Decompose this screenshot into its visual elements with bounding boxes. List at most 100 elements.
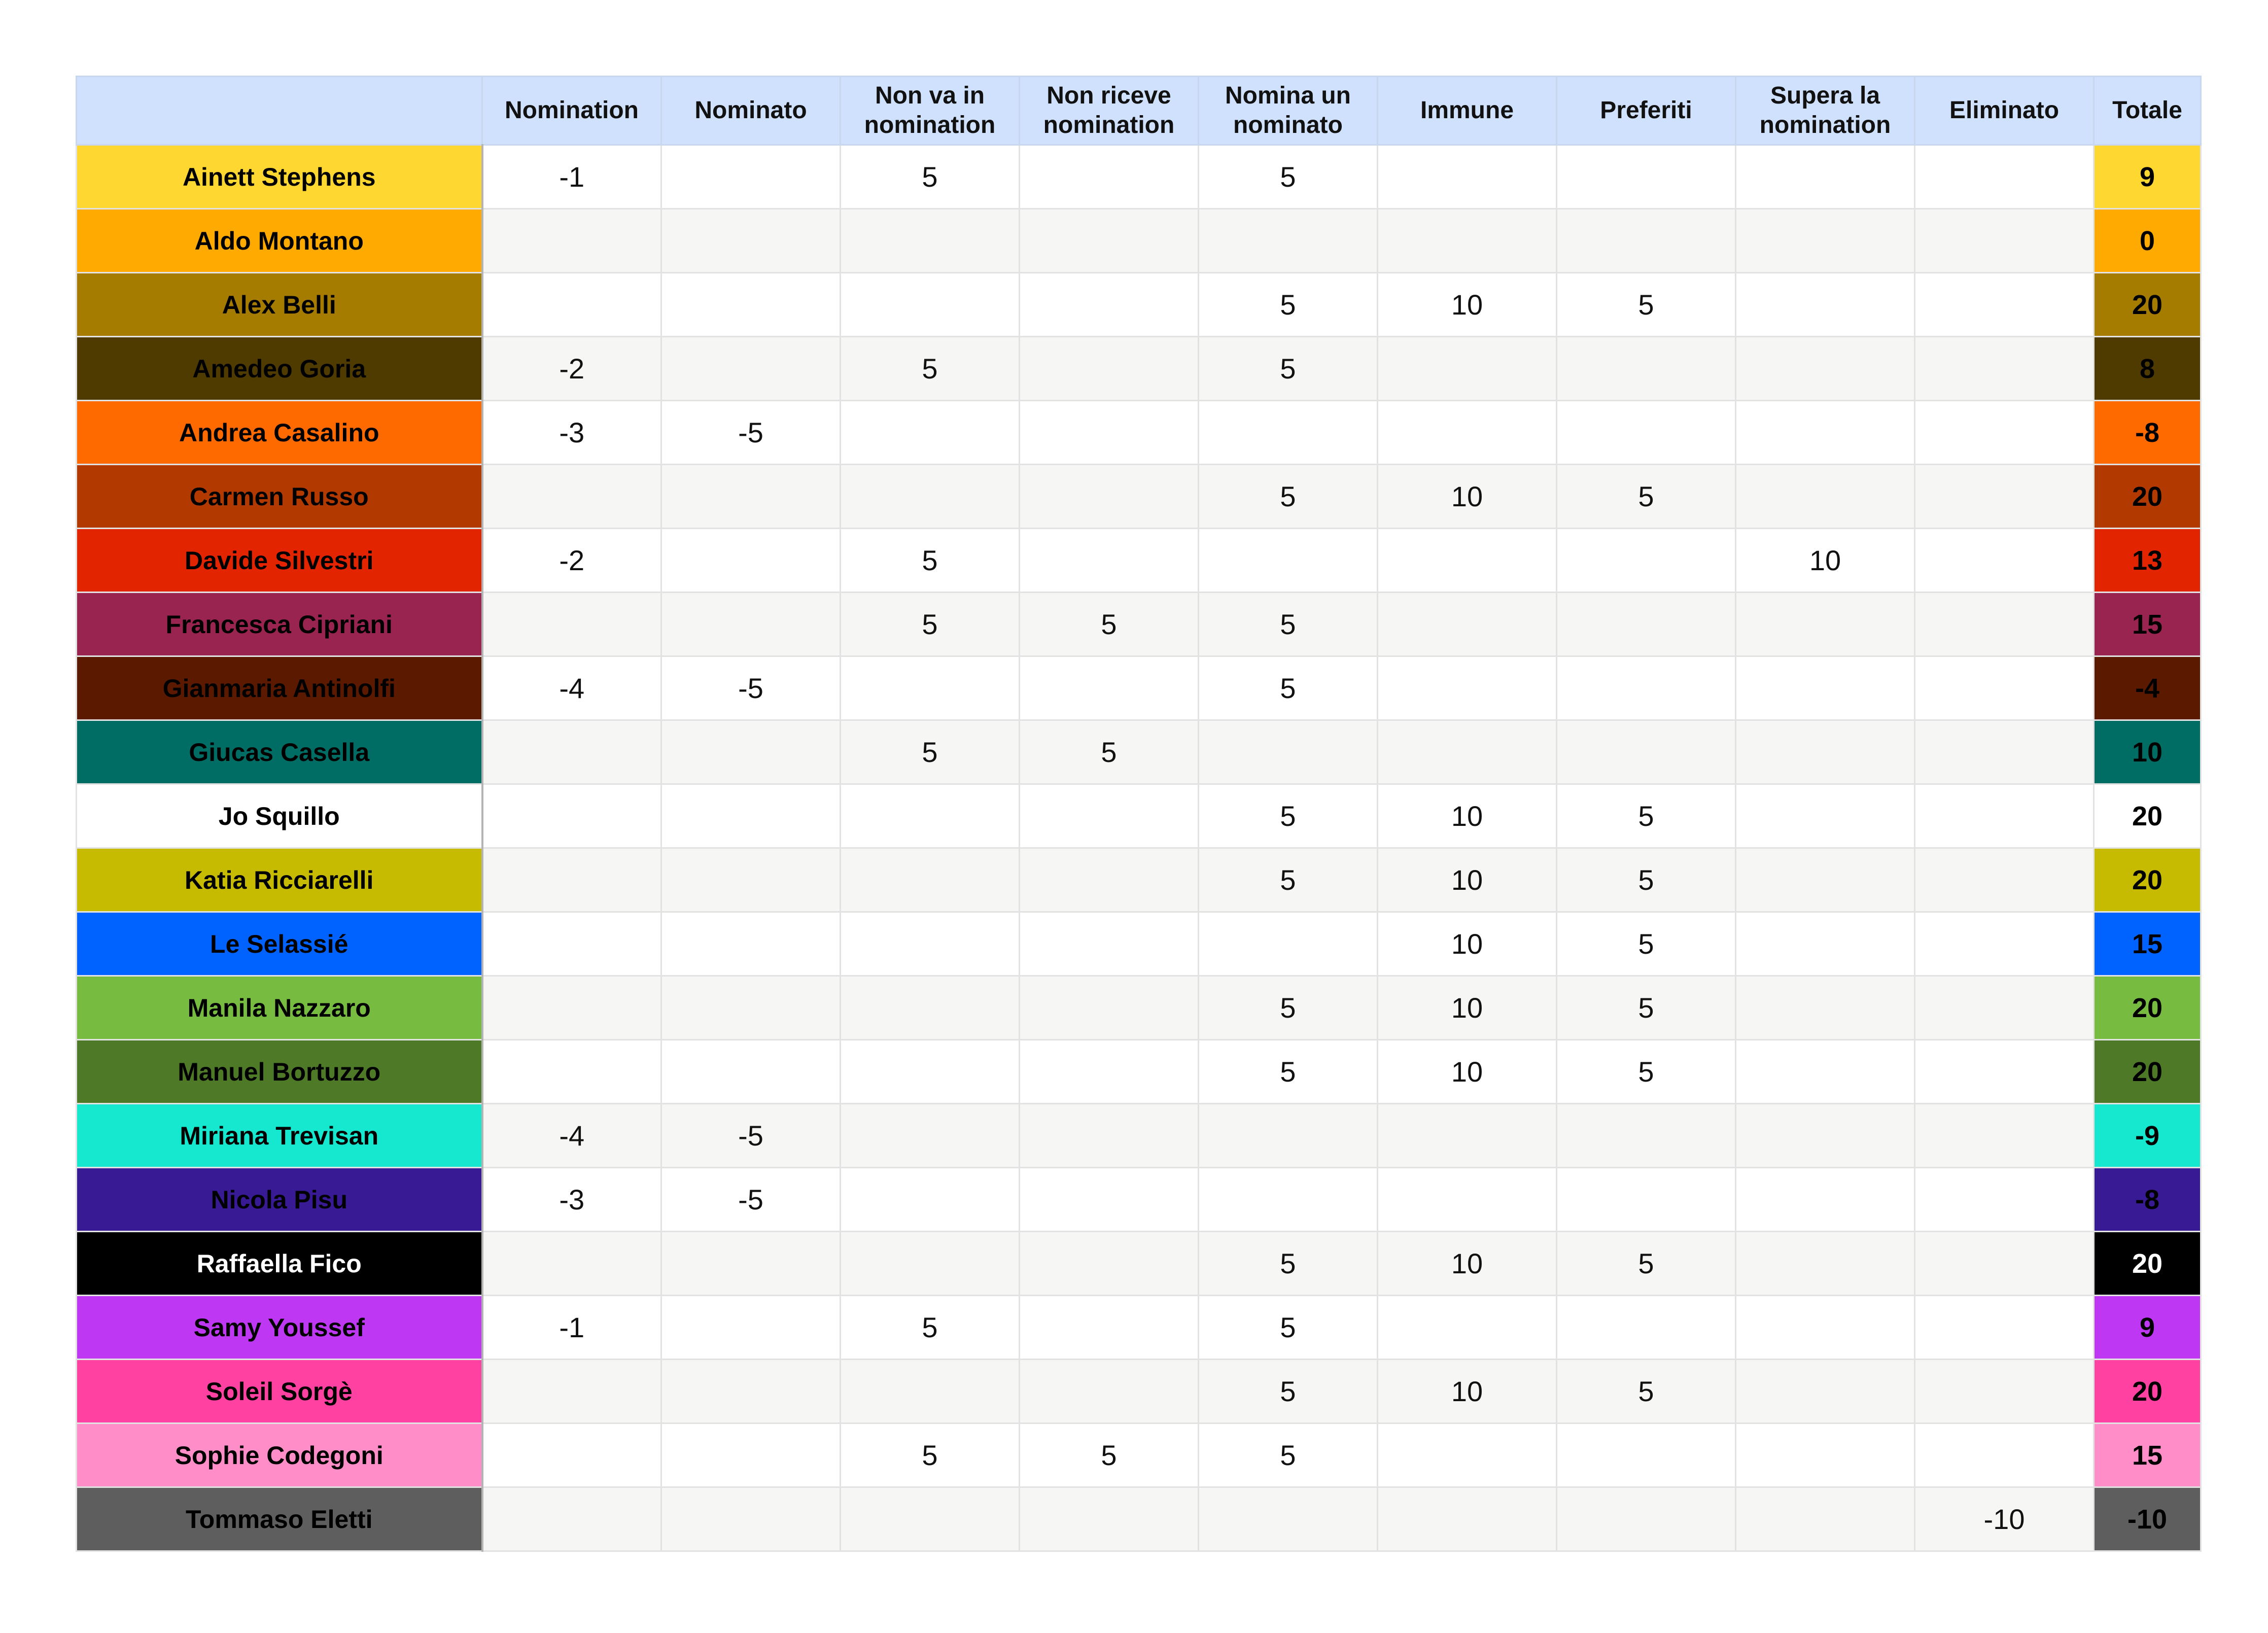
score-cell — [1019, 272, 1199, 337]
contestant-name-cell: Aldo Montano — [76, 208, 483, 273]
table-row: Jo Squillo 5 10 5 20 — [76, 783, 2202, 849]
score-cell — [1914, 975, 2095, 1040]
table-row: Carmen Russo 5 10 5 20 — [76, 464, 2202, 529]
table-row: Gianmaria Antinolfi -4 -5 5 -4 — [76, 655, 2202, 721]
score-cell: -4 — [481, 655, 662, 721]
score-cell — [1914, 592, 2095, 657]
score-cell — [1735, 336, 1915, 401]
score-cell — [660, 272, 841, 337]
score-cell — [1198, 719, 1378, 785]
table-row: Samy Youssef -1 5 5 9 — [76, 1295, 2202, 1360]
score-cell — [660, 1359, 841, 1424]
score-cell: 5 — [1198, 336, 1378, 401]
score-cell — [1377, 400, 1557, 465]
score-cell — [1735, 1231, 1915, 1296]
score-cell — [481, 1486, 662, 1552]
table-row: Sophie Codegoni 5 5 5 15 — [76, 1422, 2202, 1488]
score-cell: 5 — [1556, 1039, 1736, 1104]
contestant-name-cell: Jo Squillo — [76, 783, 483, 849]
score-cell — [1735, 1103, 1915, 1168]
score-cell: 5 — [840, 1422, 1020, 1488]
score-cell — [481, 1359, 662, 1424]
score-cell — [660, 1231, 841, 1296]
total-cell: -9 — [2093, 1103, 2202, 1168]
score-cell: 5 — [1198, 1295, 1378, 1360]
score-cell — [1914, 1103, 2095, 1168]
score-cell — [1556, 528, 1736, 593]
score-cell: 10 — [1377, 847, 1557, 913]
score-cell: 5 — [1198, 655, 1378, 721]
score-cell — [481, 911, 662, 977]
score-cell — [1914, 1039, 2095, 1104]
score-cell — [1735, 272, 1915, 337]
score-cell: 5 — [1019, 592, 1199, 657]
score-cell — [840, 1486, 1020, 1552]
score-cell — [1914, 783, 2095, 849]
score-cell — [1198, 400, 1378, 465]
score-cell — [660, 336, 841, 401]
contestant-name-cell: Miriana Trevisan — [76, 1103, 483, 1168]
score-cell — [1019, 1039, 1199, 1104]
contestant-name-cell: Nicola Pisu — [76, 1167, 483, 1232]
score-cell — [1914, 911, 2095, 977]
total-cell: 20 — [2093, 464, 2202, 529]
score-cell — [1735, 400, 1915, 465]
score-cell — [1019, 464, 1199, 529]
contestant-name-cell: Tommaso Eletti — [76, 1486, 483, 1552]
score-cell — [1735, 464, 1915, 529]
score-cell: 10 — [1377, 1039, 1557, 1104]
score-cell — [840, 911, 1020, 977]
score-cell: 5 — [840, 336, 1020, 401]
header-cell-corner — [76, 76, 483, 146]
score-cell — [1556, 1295, 1736, 1360]
score-cell — [1198, 1167, 1378, 1232]
score-cell — [840, 975, 1020, 1040]
score-cell — [840, 208, 1020, 273]
score-cell — [1556, 655, 1736, 721]
score-cell — [660, 144, 841, 210]
total-cell: -8 — [2093, 1167, 2202, 1232]
contestant-name-cell: Gianmaria Antinolfi — [76, 655, 483, 721]
table-row: Andrea Casalino -3 -5 -8 — [76, 400, 2202, 465]
score-cell — [840, 272, 1020, 337]
score-cell — [660, 592, 841, 657]
score-cell — [1198, 911, 1378, 977]
score-cell — [840, 783, 1020, 849]
score-cell — [1019, 911, 1199, 977]
total-cell: 20 — [2093, 1039, 2202, 1104]
score-cell — [481, 719, 662, 785]
score-cell — [840, 1103, 1020, 1168]
total-cell: 20 — [2093, 847, 2202, 913]
score-cell — [840, 847, 1020, 913]
contestant-name-cell: Samy Youssef — [76, 1295, 483, 1360]
score-cell — [840, 464, 1020, 529]
score-cell — [1735, 847, 1915, 913]
total-cell: -8 — [2093, 400, 2202, 465]
score-cell: 5 — [840, 528, 1020, 593]
score-cell — [1914, 464, 2095, 529]
score-cell — [481, 847, 662, 913]
score-cell: 5 — [1556, 783, 1736, 849]
score-cell — [1556, 400, 1736, 465]
score-cell — [481, 464, 662, 529]
column-header: Nomination — [481, 76, 662, 146]
score-cell — [1019, 975, 1199, 1040]
score-cell — [1377, 719, 1557, 785]
score-cell — [1914, 528, 2095, 593]
score-cell — [1198, 1486, 1378, 1552]
score-cell — [1377, 1486, 1557, 1552]
contestant-name-cell: Carmen Russo — [76, 464, 483, 529]
score-cell — [1735, 1422, 1915, 1488]
score-cell — [660, 719, 841, 785]
score-cell — [1377, 208, 1557, 273]
total-cell: 10 — [2093, 719, 2202, 785]
score-cell: 5 — [1198, 144, 1378, 210]
contestant-name-cell: Sophie Codegoni — [76, 1422, 483, 1488]
score-cell: 10 — [1377, 911, 1557, 977]
score-cell — [1735, 975, 1915, 1040]
column-header: Nominato — [660, 76, 841, 146]
table-row: Amedeo Goria -2 5 5 8 — [76, 336, 2202, 401]
score-cell — [1019, 1486, 1199, 1552]
score-cell — [1914, 272, 2095, 337]
score-cell — [1377, 528, 1557, 593]
